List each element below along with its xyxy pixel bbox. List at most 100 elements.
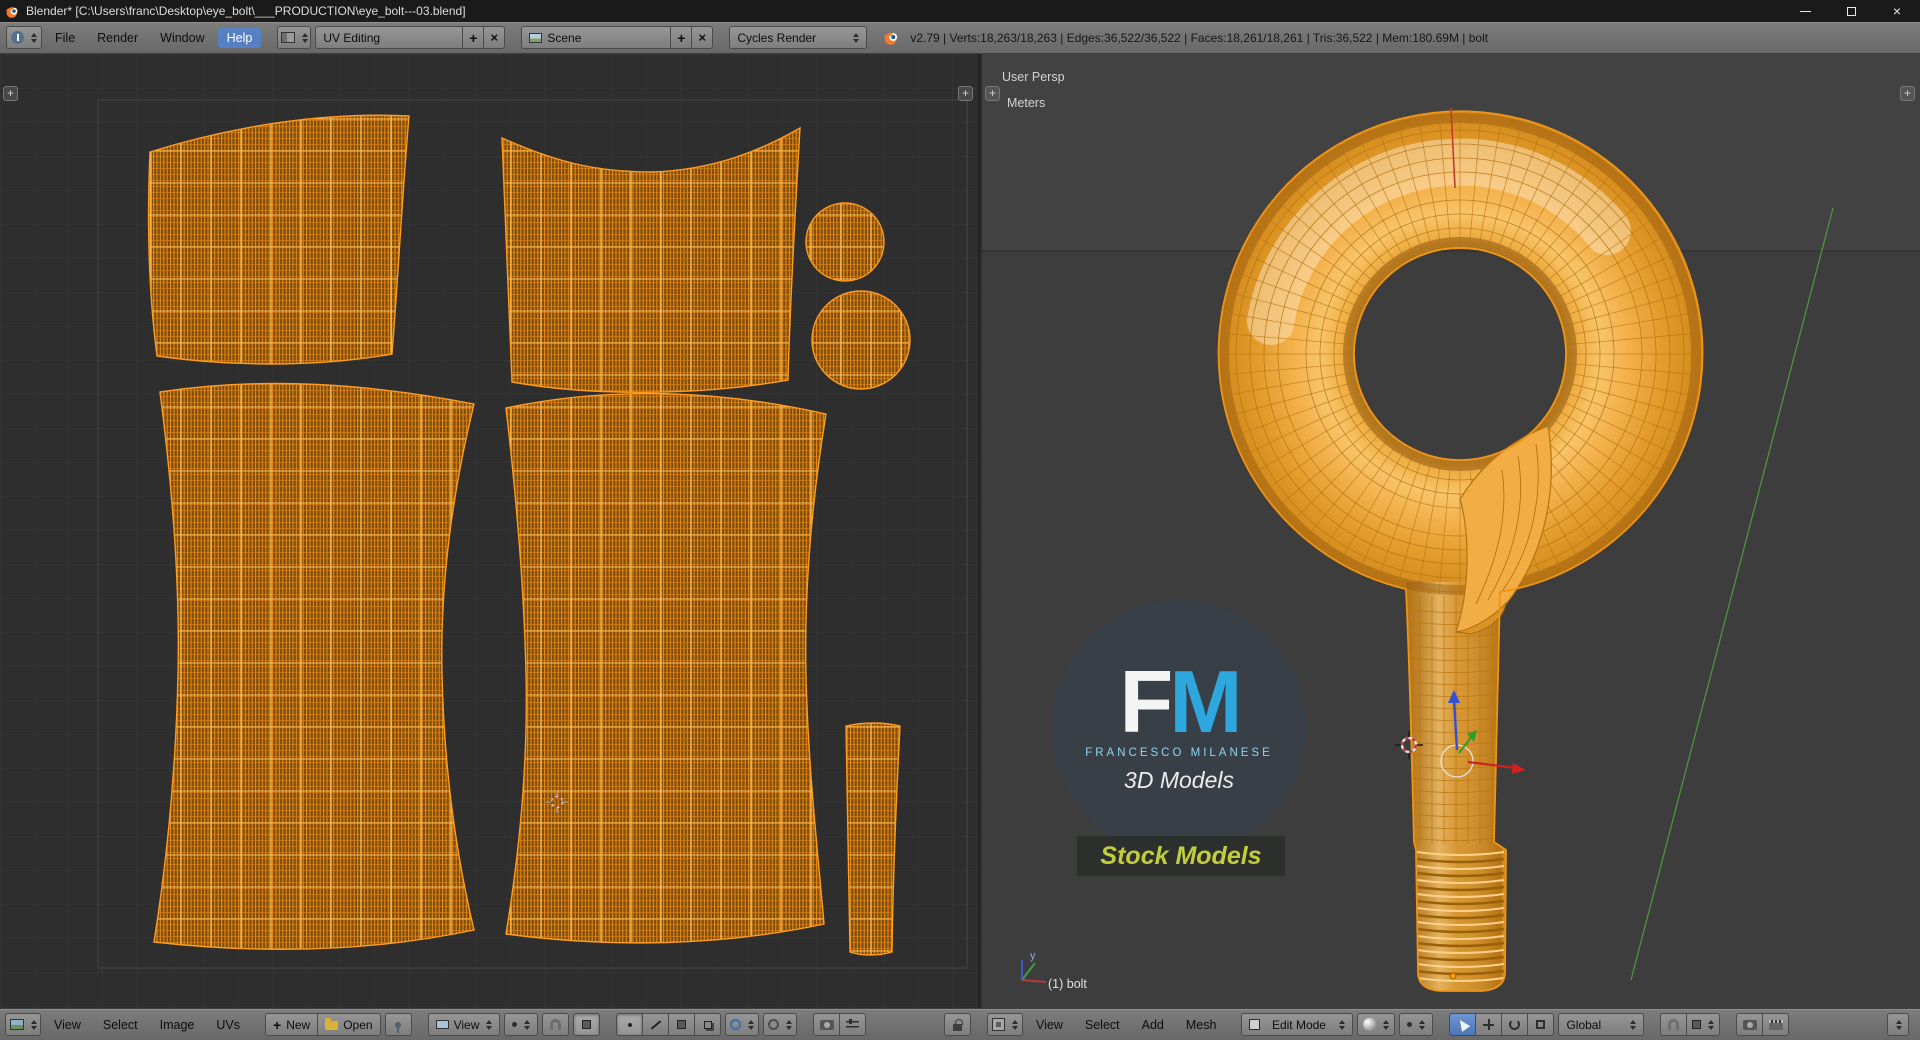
uv-select-face-button[interactable] [668,1013,696,1036]
maximize-button[interactable] [1828,0,1874,22]
uv-select-island-button[interactable] [694,1013,722,1036]
watermark-fm: FM [1119,657,1242,745]
watermark-badge: Stock Models [1077,836,1285,876]
close-button[interactable]: × [1874,0,1920,22]
proportional-edit-dropdown[interactable] [725,1013,760,1036]
menu-render[interactable]: Render [88,28,147,48]
uv-select-vertex-button[interactable] [616,1013,644,1036]
viewport-3d[interactable]: y User Persp Meters (1) bolt FM FRANCESC… [982,54,1920,1008]
watermark-name: FRANCESCO MILANESE [1085,747,1273,760]
pin-image-button[interactable] [384,1013,412,1036]
lock-button[interactable] [944,1013,971,1036]
editor-type-button-3d[interactable] [987,1013,1023,1036]
editor-type-button-uv[interactable] [5,1013,41,1036]
orientation-label: Global [1566,1017,1602,1032]
pivot-icon [512,1022,518,1027]
manipulator-toggle[interactable] [1449,1013,1477,1036]
screen-layout-selector[interactable]: UV Editing [315,26,464,49]
object-origin-dot [1449,972,1457,980]
uv-menu-view[interactable]: View [45,1015,90,1035]
camera-icon [819,1019,834,1030]
add-scene-button[interactable]: + [670,26,693,49]
header-collapse-button[interactable] [1887,1013,1909,1036]
render-engine-selector[interactable]: Cycles Render [729,26,868,49]
scene-selector[interactable]: Scene [521,26,672,49]
image-draw-button[interactable] [839,1013,867,1036]
minimize-icon [1799,10,1811,12]
snap-toggle[interactable] [542,1013,570,1036]
uv-island-3[interactable] [153,382,475,950]
window-title: Blender* [C:\Users\franc\Desktop\eye_bol… [26,4,466,18]
rotate-manipulator-button[interactable] [1501,1013,1529,1036]
uv-island-4[interactable] [505,392,827,944]
plus-icon: + [469,29,478,46]
uv-island-1[interactable] [147,114,410,365]
snap-pixel-toggle[interactable] [573,1013,601,1036]
menu-file[interactable]: File [46,28,84,48]
sticky-select-icon [768,1019,780,1030]
new-image-label: New [286,1017,311,1032]
minimize-button[interactable] [1782,0,1828,22]
display-view-dropdown[interactable]: View [427,1013,501,1036]
snap-element-icon [1692,1020,1702,1029]
plus-icon: + [273,1016,282,1033]
uv-canvas[interactable] [0,54,980,1008]
open-image-button[interactable]: Open [317,1013,381,1036]
mode-selector[interactable]: Edit Mode [1241,1013,1354,1036]
uv-island-circle-1[interactable] [805,202,885,282]
opengl-animation-button[interactable] [1762,1013,1790,1036]
uv-menu-image[interactable]: Image [151,1015,204,1035]
view-name-label: User Persp [1002,70,1065,84]
uv-image-editor[interactable]: + + [0,54,980,1008]
v3d-menu-add[interactable]: Add [1133,1015,1173,1035]
uv-island-5[interactable] [845,722,901,956]
new-image-button[interactable]: + New [265,1013,319,1036]
opengl-render-button[interactable] [1736,1013,1764,1036]
transform-orientation-selector[interactable]: Global [1558,1013,1645,1036]
screen-layout-icon-button[interactable] [277,26,312,49]
region-split-widget[interactable]: + [958,86,973,101]
display-icon [435,1020,449,1029]
blender-logo-icon [883,29,900,46]
menu-window[interactable]: Window [151,28,213,48]
delete-scene-button[interactable]: × [691,26,714,49]
chevron-updown-icon [1419,1019,1426,1030]
region-split-widget[interactable]: + [985,86,1000,101]
snap-element-dropdown[interactable] [1686,1013,1721,1036]
title-bar[interactable]: Blender* [C:\Users\franc\Desktop\eye_bol… [0,0,1920,22]
mode-label: Edit Mode [1271,1017,1326,1032]
v3d-menu-view[interactable]: View [1027,1015,1072,1035]
editor-type-button-info[interactable] [6,26,42,49]
screen-layout-value: UV Editing [323,30,381,45]
axis-label: y [1030,950,1036,962]
pixel-grid-icon [582,1020,592,1029]
clapperboard-icon [1768,1019,1783,1030]
info-editor-icon [11,31,24,44]
translate-manipulator-button[interactable] [1475,1013,1503,1036]
uv-menu-select[interactable]: Select [94,1015,147,1035]
render-slot-button[interactable] [813,1013,841,1036]
sticky-select-dropdown[interactable] [763,1013,798,1036]
region-split-widget[interactable]: + [3,86,18,101]
maximize-icon [1846,6,1856,16]
add-layout-button[interactable]: + [462,26,485,49]
pivot-dropdown[interactable] [504,1013,539,1036]
viewport-shading-dropdown[interactable] [1357,1013,1396,1036]
uv-menu-uvs[interactable]: UVs [207,1015,249,1035]
open-image-label: Open [343,1017,373,1032]
pivot-center-dropdown[interactable] [1399,1013,1434,1036]
island-select-icon [703,1020,712,1029]
image-editor-icon [9,1019,24,1030]
chevron-updown-icon [524,1019,531,1030]
delete-layout-button[interactable]: × [483,26,506,49]
v3d-menu-mesh[interactable]: Mesh [1177,1015,1226,1035]
uv-select-edge-button[interactable] [642,1013,670,1036]
v3d-menu-select[interactable]: Select [1076,1015,1129,1035]
scene-statistics: v2.79 | Verts:18,263/18,263 | Edges:36,5… [910,30,1489,45]
scale-manipulator-button[interactable] [1527,1013,1555,1036]
region-split-widget[interactable]: + [1900,86,1915,101]
close-icon: × [698,30,707,45]
snap-toggle[interactable] [1660,1013,1688,1036]
menu-help[interactable]: Help [217,27,262,48]
uv-island-circle-2[interactable] [811,290,911,390]
